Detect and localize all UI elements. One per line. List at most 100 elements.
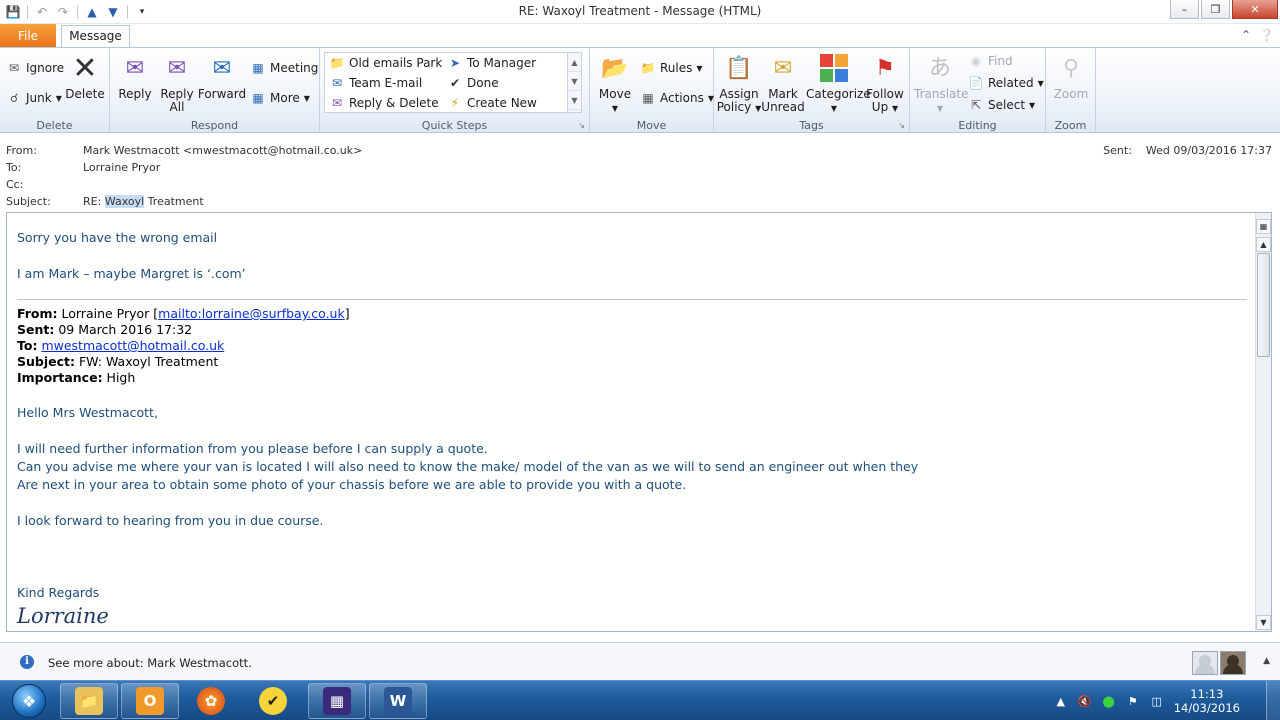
message-body[interactable]: Sorry you have the wrong email I am Mark… — [6, 212, 1272, 632]
mark-unread-button[interactable]: ✉ Mark Unread — [758, 52, 808, 114]
junk-button[interactable]: ☌ Junk ▼ — [6, 88, 62, 108]
calendar-icon: ▦ — [252, 61, 264, 75]
scroll-thumb[interactable] — [1257, 253, 1270, 357]
taskbar-outlook[interactable]: O — [121, 683, 179, 719]
clock-time: 11:13 — [1190, 687, 1224, 701]
move-button[interactable]: 📂 Move ▼ — [590, 52, 640, 115]
show-desktop-button[interactable] — [1266, 681, 1280, 720]
network-icon[interactable]: ◫ — [1150, 694, 1164, 708]
flag-tray-icon[interactable]: ⚑ — [1126, 694, 1140, 708]
firefox-icon: ✿ — [197, 687, 225, 715]
expand-people-pane-icon[interactable]: ▲ — [1263, 656, 1270, 666]
tab-file[interactable]: File — [0, 24, 56, 48]
select-button[interactable]: ⇱ Select ▼ — [968, 95, 1035, 115]
translate-icon: あ — [928, 55, 951, 81]
taskbar-grid-app[interactable]: ▦ — [308, 683, 366, 719]
quick-step-create-new[interactable]: ⚡ Create New — [447, 93, 537, 113]
taskbar-word[interactable]: W — [369, 683, 427, 719]
quick-step-done[interactable]: ✔ Done — [447, 73, 499, 93]
forward-importance: Importance: High — [17, 370, 136, 385]
cursor-select-icon: ⇱ — [970, 98, 982, 112]
word-icon: W — [384, 687, 412, 715]
ribbon: ✉ Ignore ☌ Junk ▼ ✕ Delete Delete ✉ Repl… — [0, 47, 1280, 133]
minimize-ribbon-icon[interactable]: ⌃ — [1241, 28, 1251, 42]
meeting-button[interactable]: ▦ Meeting — [250, 58, 318, 78]
rules-icon: 📁 — [640, 61, 656, 75]
zoom-group: ⚲ Zoom Zoom — [1046, 48, 1096, 133]
close-button[interactable]: ✕ — [1232, 0, 1278, 19]
see-more-about[interactable]: See more about: Mark Westmacott. — [48, 656, 252, 670]
reply-all-button[interactable]: ✉ Reply All — [152, 52, 202, 114]
taskbar-firefox[interactable]: ✿ — [182, 683, 240, 719]
show-hidden-icons-icon[interactable]: ▲ — [1054, 694, 1068, 708]
chevron-down-icon: ▼ — [303, 93, 310, 103]
lightning-icon: ⚡ — [450, 96, 460, 110]
clock[interactable]: 11:13 14/03/2016 — [1174, 687, 1240, 715]
start-button[interactable]: ❖ — [4, 682, 54, 720]
actions-button[interactable]: ▦ Actions ▼ — [640, 88, 714, 108]
categorize-button[interactable]: Categorize ▼ — [806, 52, 871, 115]
scroll-down-icon[interactable]: ▼ — [1256, 615, 1271, 630]
delete-x-icon: ✕ — [72, 50, 98, 86]
quick-step-team-email[interactable]: ✉ Team E-mail — [329, 73, 422, 93]
tags-group: 📋 Assign Policy ▼ ✉ Mark Unread Categori… — [714, 48, 910, 133]
scroll-up-icon[interactable]: ▲ — [1256, 237, 1271, 252]
more-icon: ▦ — [252, 91, 264, 105]
chevron-down-icon: ▼ — [1037, 78, 1044, 88]
translate-button[interactable]: あ Translate ▼ — [914, 52, 969, 115]
rules-button[interactable]: 📁 Rules ▼ — [640, 58, 703, 78]
quick-step-to-manager[interactable]: ➤ To Manager — [447, 53, 536, 73]
reply-all-icon: ✉ — [167, 55, 187, 81]
forward-button[interactable]: ✉ Forward — [197, 52, 247, 101]
minimize-button[interactable]: – — [1170, 0, 1199, 19]
taskbar: ❖ 📁 O ✿ ✔ ▦ W ▲ 🔇 ⬤ ⚑ ◫ 11:13 14/03/2016 — [0, 680, 1280, 720]
quick-step-reply-delete[interactable]: ✉ Reply & Delete — [329, 93, 439, 113]
move-folder-icon: 📂 — [601, 55, 629, 81]
assign-policy-button[interactable]: 📋 Assign Policy ▼ — [714, 52, 764, 115]
quick-steps-group: 📁 Old emails Park ✉ Team E-mail ✉ Reply … — [320, 48, 590, 133]
zoom-button[interactable]: ⚲ Zoom — [1046, 52, 1096, 101]
system-tray: ▲ 🔇 ⬤ ⚑ ◫ 11:13 14/03/2016 — [1054, 681, 1240, 720]
email-link[interactable]: mwestmacott@hotmail.co.uk — [41, 338, 224, 353]
dialog-launcher-icon[interactable]: ↘ — [578, 121, 585, 130]
avatar[interactable] — [1192, 651, 1218, 675]
tab-message[interactable]: Message — [61, 25, 130, 48]
to-manager-icon: ➤ — [449, 56, 461, 70]
expand-gallery-icon[interactable]: ▼ — [568, 91, 581, 110]
clock-date: 14/03/2016 — [1173, 701, 1240, 715]
cc-row: Cc: — [6, 178, 24, 191]
status-green-icon[interactable]: ⬤ — [1102, 694, 1116, 708]
help-icon[interactable]: ❔ — [1259, 28, 1274, 42]
ruler-toggle-icon[interactable]: ▦ — [1256, 219, 1271, 234]
taskbar-checklist-app[interactable]: ✔ — [244, 683, 302, 719]
folder-move-icon: 📁 — [329, 56, 345, 70]
delete-button[interactable]: ✕ Delete — [60, 52, 110, 101]
related-button[interactable]: 📄 Related ▼ — [968, 73, 1044, 93]
avatar-photo[interactable] — [1220, 651, 1246, 675]
info-icon: i — [20, 655, 34, 669]
quick-steps-scroll: ▲ ▼ ▼ — [567, 53, 581, 112]
scroll-up-icon[interactable]: ▲ — [568, 53, 581, 72]
title-bar: 💾 ↶ ↷ ▲ ▼ ▾ RE: Waxoyl Treatment - Messa… — [0, 0, 1280, 24]
move-group: 📂 Move ▼ 📁 Rules ▼ ▦ Actions ▼ Move — [590, 48, 714, 133]
people-pane: i See more about: Mark Westmacott. ▲ — [0, 642, 1280, 680]
window-controls: – ❐ ✕ — [1170, 0, 1278, 19]
vertical-scrollbar[interactable]: ▦ ▲ ▼ — [1255, 213, 1271, 631]
volume-muted-icon[interactable]: 🔇 — [1078, 694, 1092, 708]
ignore-button[interactable]: ✉ Ignore — [6, 58, 64, 78]
sender[interactable]: Mark Westmacott <mwestmacott@hotmail.co.… — [83, 144, 362, 161]
more-respond-button[interactable]: ▦ More ▼ — [250, 88, 310, 108]
taskbar-explorer[interactable]: 📁 — [60, 683, 118, 719]
mailto-link[interactable]: mailto:lorraine@surfbay.co.uk — [158, 306, 345, 321]
find-button[interactable]: ◉ Find — [968, 51, 1013, 71]
signature: Lorraine — [17, 604, 109, 628]
forward-icon: ✉ — [212, 55, 232, 81]
quick-step-old-emails-park[interactable]: 📁 Old emails Park — [329, 53, 443, 73]
grid-app-icon: ▦ — [323, 687, 351, 715]
body-line: Hello Mrs Westmacott, — [17, 405, 158, 420]
scroll-down-icon[interactable]: ▼ — [568, 72, 581, 91]
dialog-launcher-icon[interactable]: ↘ — [898, 121, 905, 130]
restore-button[interactable]: ❐ — [1201, 0, 1230, 19]
recipient[interactable]: Lorraine Pryor — [83, 161, 160, 178]
follow-up-button[interactable]: ⚑ Follow Up ▼ — [860, 52, 910, 115]
